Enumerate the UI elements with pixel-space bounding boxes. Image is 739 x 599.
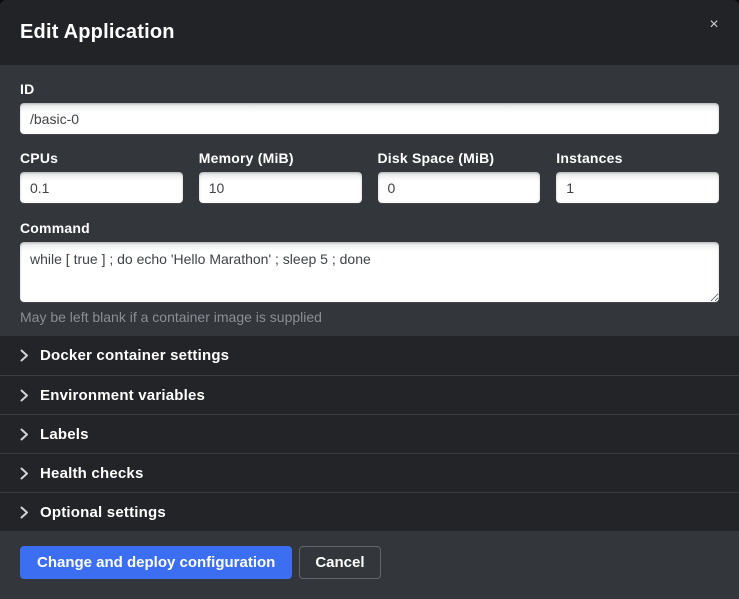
close-icon[interactable]: × [703,14,725,36]
memory-field-group: Memory (MiB) [199,150,362,203]
instances-input[interactable] [556,172,719,203]
instances-label: Instances [556,150,719,166]
chevron-right-icon [20,349,29,362]
id-field-group: ID [20,81,719,134]
disk-field-group: Disk Space (MiB) [378,150,541,203]
chevron-right-icon [20,467,29,480]
cpus-input[interactable] [20,172,183,203]
section-label: Health checks [40,465,143,482]
instances-field-group: Instances [556,150,719,203]
modal-header: Edit Application × [0,0,739,65]
change-and-deploy-button[interactable]: Change and deploy configuration [20,546,292,579]
section-label: Docker container settings [40,347,229,364]
section-label: Labels [40,426,89,443]
collapsible-sections: Docker container settings Environment va… [0,336,739,531]
chevron-right-icon [20,428,29,441]
cpus-label: CPUs [20,150,183,166]
disk-input[interactable] [378,172,541,203]
modal-title: Edit Application [20,21,175,44]
command-textarea[interactable]: while [ true ] ; do echo 'Hello Marathon… [20,242,719,302]
section-labels[interactable]: Labels [0,414,739,453]
command-field-group: Command while [ true ] ; do echo 'Hello … [20,220,719,325]
cancel-button[interactable]: Cancel [299,546,380,579]
chevron-right-icon [20,506,29,519]
application-form: ID CPUs Memory (MiB) Disk Space (MiB) In… [0,65,739,336]
resources-row: CPUs Memory (MiB) Disk Space (MiB) Insta… [20,150,719,203]
command-help-text: May be left blank if a container image i… [20,309,719,325]
cpus-field-group: CPUs [20,150,183,203]
section-health-checks[interactable]: Health checks [0,453,739,492]
section-label: Optional settings [40,504,166,521]
section-optional-settings[interactable]: Optional settings [0,492,739,531]
id-label: ID [20,81,719,97]
edit-application-modal: Edit Application × ID CPUs Memory (MiB) … [0,0,739,599]
memory-label: Memory (MiB) [199,150,362,166]
section-docker-container-settings[interactable]: Docker container settings [0,336,739,375]
section-label: Environment variables [40,387,205,404]
disk-label: Disk Space (MiB) [378,150,541,166]
id-input[interactable] [20,103,719,134]
command-label: Command [20,220,719,236]
memory-input[interactable] [199,172,362,203]
section-environment-variables[interactable]: Environment variables [0,375,739,414]
chevron-right-icon [20,389,29,402]
modal-footer: Change and deploy configuration Cancel [0,531,739,599]
